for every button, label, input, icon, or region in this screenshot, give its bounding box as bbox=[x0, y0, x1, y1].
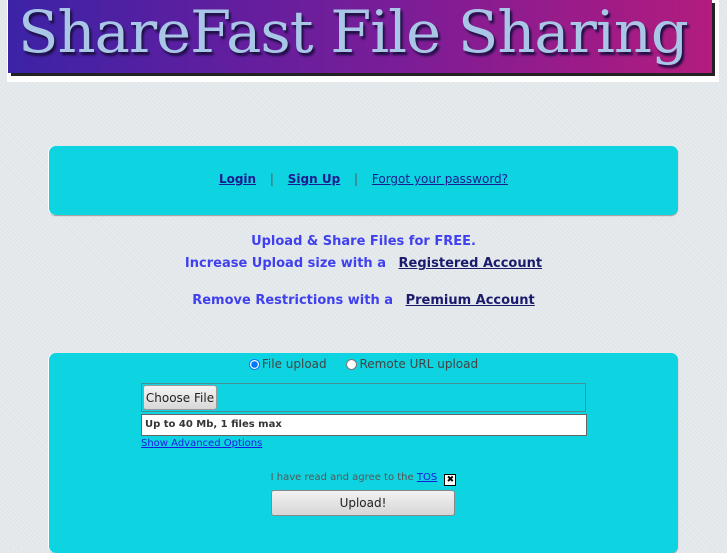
file-upload-label: File upload bbox=[261, 357, 327, 371]
upload-button[interactable]: Upload! bbox=[271, 490, 455, 516]
promo-line-free: Upload & Share Files for FREE. bbox=[251, 234, 476, 249]
site-banner[interactable]: ShareFast File Sharing bbox=[8, 0, 712, 73]
forgot-password-link[interactable]: Forgot your password? bbox=[372, 172, 508, 186]
remote-url-radio[interactable] bbox=[346, 359, 358, 370]
choose-file-button[interactable]: Choose File bbox=[143, 385, 217, 410]
promo-line-registered: Increase Upload size with a Registered A… bbox=[0, 256, 727, 271]
nav-separator: | bbox=[269, 172, 274, 186]
registered-account-link[interactable]: Registered Account bbox=[399, 256, 543, 271]
file-input[interactable]: Choose File bbox=[141, 383, 586, 412]
tos-link[interactable]: TOS bbox=[417, 472, 437, 483]
tos-text: I have read and agree to the bbox=[270, 472, 414, 483]
file-upload-option[interactable]: File upload bbox=[248, 357, 327, 371]
promo-text: Remove Restrictions with a bbox=[192, 293, 394, 308]
account-panel: Login | Sign Up | Forgot your password? bbox=[49, 146, 678, 215]
upload-mode: File upload Remote URL upload bbox=[49, 357, 678, 371]
promo-line-premium: Remove Restrictions with a Premium Accou… bbox=[0, 293, 727, 308]
show-advanced-options-link[interactable]: Show Advanced Options bbox=[141, 438, 262, 449]
premium-account-link[interactable]: Premium Account bbox=[406, 293, 535, 308]
file-upload-radio[interactable] bbox=[248, 359, 260, 370]
remote-url-label: Remote URL upload bbox=[359, 357, 479, 371]
tos-checkbox[interactable]: ✖ bbox=[444, 474, 457, 486]
signup-link[interactable]: Sign Up bbox=[288, 172, 340, 186]
upload-limit-note: Up to 40 Mb, 1 files max bbox=[141, 414, 587, 436]
nav-separator: | bbox=[354, 172, 359, 186]
account-nav: Login | Sign Up | Forgot your password? bbox=[49, 172, 678, 186]
upload-panel: File upload Remote URL upload Choose Fil… bbox=[49, 353, 678, 553]
promo-text: Increase Upload size with a bbox=[184, 256, 386, 271]
banner-title: ShareFast File Sharing bbox=[18, 0, 689, 66]
login-link[interactable]: Login bbox=[219, 172, 256, 186]
remote-url-option[interactable]: Remote URL upload bbox=[346, 357, 478, 371]
tos-agreement: I have read and agree to the TOS ✖ bbox=[49, 472, 678, 486]
